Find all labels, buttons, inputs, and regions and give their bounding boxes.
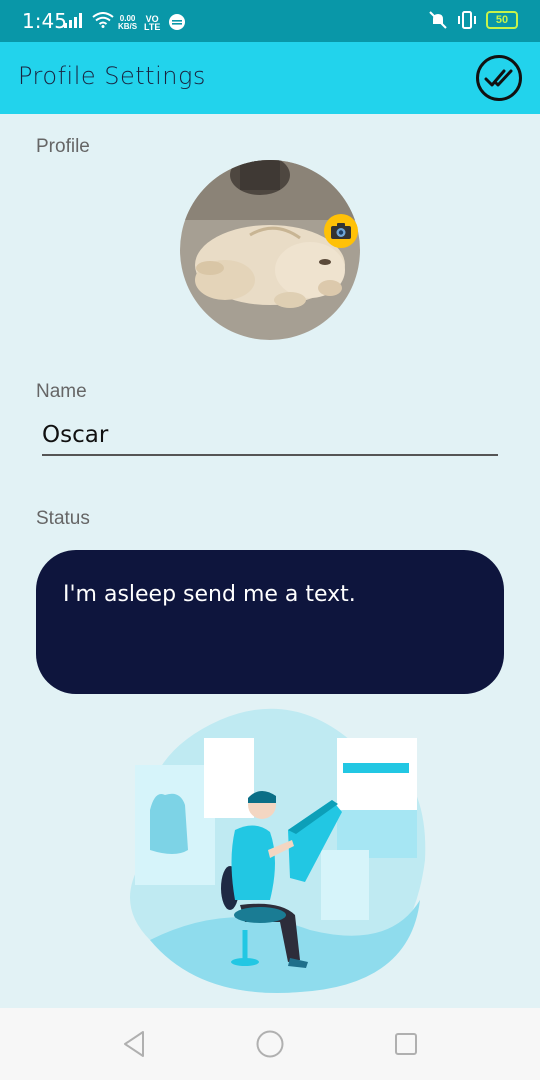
double-check-icon — [484, 69, 513, 87]
nav-recents-button[interactable] — [388, 1026, 424, 1062]
status-text: I'm asleep send me a text. — [63, 582, 356, 607]
network-speed: 0.00 KB/S — [118, 15, 137, 31]
name-field-underline — [42, 454, 498, 456]
notification-icon — [169, 14, 185, 30]
save-done-button[interactable] — [476, 55, 522, 101]
page-title: Profile Settings — [18, 62, 206, 90]
volte-bottom: LTE — [144, 22, 161, 32]
camera-icon — [331, 223, 351, 239]
battery-indicator: 50 — [486, 11, 518, 29]
illustration-graphic — [130, 708, 426, 993]
status-right-icons: 50 — [428, 10, 518, 30]
clock: 1:45 — [22, 9, 67, 33]
change-photo-button[interactable] — [324, 214, 358, 248]
vibrate-icon — [458, 11, 476, 29]
status-field[interactable]: I'm asleep send me a text. — [36, 550, 504, 694]
wifi-icon — [92, 12, 114, 28]
home-circle-icon — [256, 1030, 284, 1058]
app-bar: Profile Settings — [0, 42, 540, 114]
signal-wifi-group — [64, 12, 114, 28]
volte-indicator: VO LTE — [144, 15, 161, 32]
mute-vibrate-icon — [429, 11, 447, 29]
net-speed-unit: KB/S — [118, 22, 138, 31]
nav-back-button[interactable] — [116, 1026, 152, 1062]
nav-home-button[interactable] — [252, 1026, 288, 1062]
profile-avatar[interactable] — [180, 160, 360, 340]
recents-square-icon — [395, 1033, 417, 1055]
signal-icon — [64, 13, 82, 28]
name-label: Name — [36, 381, 87, 402]
system-status-bar: 1:45 0.00 KB/S VO LTE 50 — [0, 0, 540, 42]
system-nav-bar — [0, 1008, 540, 1080]
back-triangle-icon — [124, 1031, 144, 1057]
profile-label: Profile — [36, 136, 90, 157]
sleeping-puppy-photo — [180, 160, 360, 340]
designer-illustration — [110, 700, 440, 1000]
name-field[interactable]: Oscar — [42, 422, 108, 448]
status-label: Status — [36, 508, 90, 529]
